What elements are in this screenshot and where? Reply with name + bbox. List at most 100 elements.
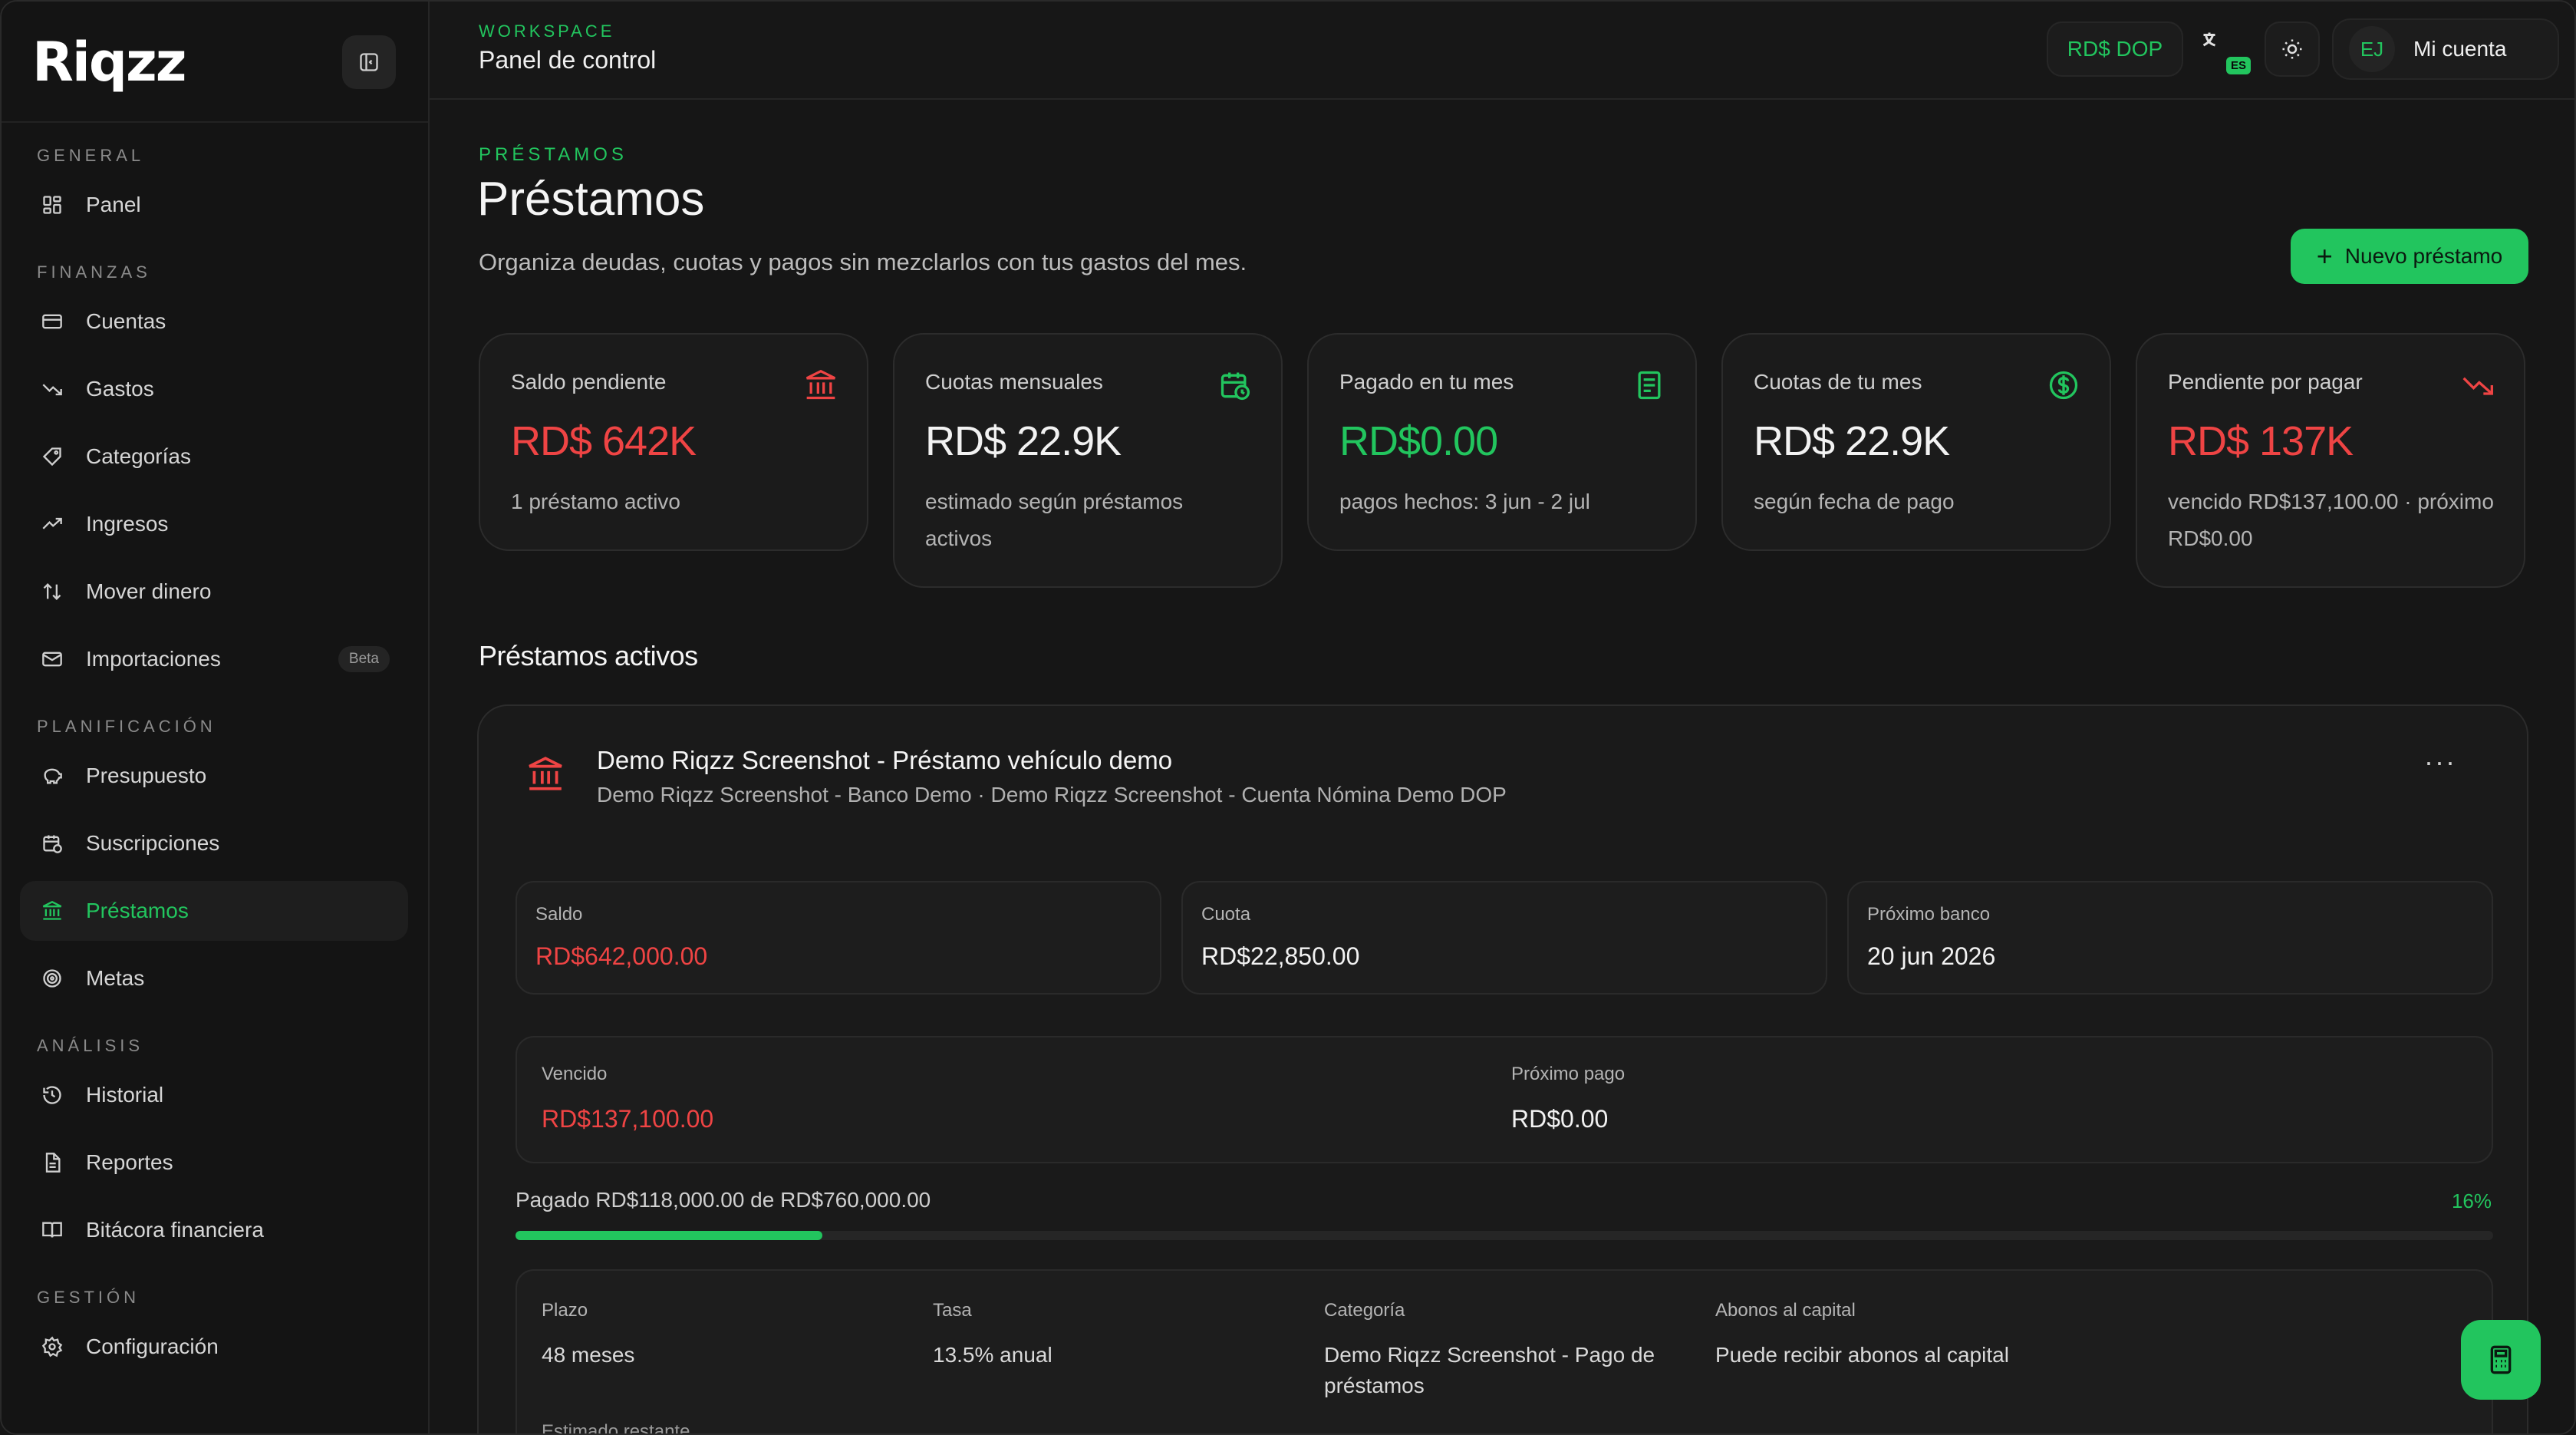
dollar-circle-icon [2047,368,2080,402]
section-finanzas: FINANZAS [37,262,151,282]
sidebar-toggle-icon [360,53,378,71]
sidebar-item-label: Importaciones [86,647,221,671]
sidebar-item-panel[interactable]: Panel [20,175,408,235]
categoria-value: Demo Riqzz Screenshot - Pago de préstamo… [1324,1343,1655,1397]
sidebar-item-categorias[interactable]: Categorías [20,427,408,487]
sidebar-item-label: Reportes [86,1150,173,1174]
bank-icon [526,755,565,793]
sidebar-item-gastos[interactable]: Gastos [20,359,408,419]
proximo-banco-value: 20 jun 2026 [1867,942,1996,970]
sidebar-item-historial[interactable]: Historial [20,1065,408,1125]
sidebar-item-label: Cuentas [86,309,166,333]
sidebar-item-label: Gastos [86,377,154,401]
bank-icon [804,368,838,402]
sidebar-item-bitacora[interactable]: Bitácora financiera [20,1200,408,1260]
stat-card-cuotas-mensuales: Cuotas mensuales RD$ 22.9K estimado segú… [893,333,1283,588]
sun-icon [2282,39,2302,59]
stat-label: Cuotas mensuales [925,370,1103,394]
sidebar-item-label: Configuración [86,1334,219,1358]
loan-title: Demo Riqzz Screenshot - Préstamo vehícul… [597,746,1173,774]
sidebar-item-reportes[interactable]: Reportes [20,1133,408,1193]
plazo-value: 48 meses [542,1343,635,1367]
collapse-sidebar-button[interactable] [342,35,396,89]
page-title: Préstamos [477,173,705,226]
stat-card-pendiente-pagar: Pendiente por pagar RD$ 137K vencido RD$… [2136,333,2525,588]
sidebar-item-configuracion[interactable]: Configuración [20,1317,408,1377]
stat-label: Cuotas de tu mes [1754,370,1922,394]
sidebar-item-label: Ingresos [86,512,169,536]
progress-percent: 16% [2451,1189,2492,1212]
calculator-button[interactable] [2461,1320,2541,1400]
trending-down-icon [2461,368,2495,402]
sidebar-item-label: Metas [86,966,145,990]
stat-card-cuotas-mes: Cuotas de tu mes RD$ 22.9K según fecha d… [1721,333,2111,551]
more-options-icon[interactable]: ··· [2424,746,2456,778]
workspace-label: WORKSPACE [479,21,615,41]
main-content: PRÉSTAMOS Préstamos Organiza deudas, cuo… [430,101,2574,1433]
translate-icon [2202,32,2215,47]
loan-details-box: Plazo 48 meses Tasa 13.5% anual Categorí… [516,1269,2493,1433]
sidebar-item-label: Préstamos [86,899,189,922]
topbar: WORKSPACE Panel de control RD$ DOP ES EJ… [430,2,2574,100]
section-planificacion: PLANIFICACIÓN [37,717,216,736]
sidebar-item-label: Categorías [86,444,191,468]
target-icon [40,966,64,991]
plazo-detail: Plazo 48 meses [542,1300,917,1371]
sidebar-item-label: Presupuesto [86,764,207,787]
stat-label: Saldo pendiente [511,370,667,394]
app-window: Riqzz GENERAL Panel FINANZAS Cuentas Gas… [0,0,2576,1435]
new-loan-button[interactable]: + Nuevo préstamo [2291,229,2528,284]
account-menu-button[interactable]: EJ Mi cuenta [2332,18,2559,80]
vencido-value: RD$137,100.00 [542,1105,714,1133]
sidebar-item-mover-dinero[interactable]: Mover dinero [20,562,408,622]
cuota-value: RD$22,850.00 [1201,942,1360,970]
avatar: EJ [2349,26,2395,72]
sidebar-item-label: Suscripciones [86,831,220,855]
tasa-value: 13.5% anual [933,1343,1052,1367]
sidebar-divider [2,121,428,123]
workspace-title: Panel de control [479,46,657,74]
plazo-label: Plazo [542,1300,588,1321]
saldo-label: Saldo [535,904,583,925]
stat-value: RD$ 22.9K [1754,418,1950,464]
file-report-icon [40,1150,64,1175]
stat-sub: según fecha de pago [1754,490,1955,513]
trend-down-icon [40,377,64,401]
plus-icon: + [2316,240,2333,272]
history-icon [40,1083,64,1107]
calendar-clock-icon [1218,368,1252,402]
abonos-detail: Abonos al capital Puede recibir abonos a… [1715,1300,2091,1371]
sidebar-item-cuentas[interactable]: Cuentas [20,292,408,351]
proximo-pago-label: Próximo pago [1511,1064,1626,1084]
sidebar-item-suscripciones[interactable]: Suscripciones [20,813,408,873]
sidebar-item-ingresos[interactable]: Ingresos [20,494,408,554]
abonos-label: Abonos al capital [1715,1300,1856,1321]
stat-sub: vencido RD$137,100.00 · próximo RD$0.00 [2168,490,2494,550]
calculator-icon [2490,1345,2512,1374]
progress-label: Pagado RD$118,000.00 de RD$760,000.00 [516,1188,931,1212]
piggy-bank-icon [40,764,64,788]
book-open-icon [40,1218,64,1242]
theme-toggle-button[interactable] [2265,21,2320,77]
tasa-detail: Tasa 13.5% anual [933,1300,1309,1371]
dashboard-icon [40,193,64,217]
sidebar-item-presupuesto[interactable]: Presupuesto [20,746,408,806]
app-logo[interactable]: Riqzz [32,31,186,94]
sidebar-item-prestamos[interactable]: Préstamos [20,881,408,941]
abonos-value: Puede recibir abonos al capital [1715,1343,2009,1367]
sidebar: Riqzz GENERAL Panel FINANZAS Cuentas Gas… [2,2,430,1433]
section-general: GENERAL [37,146,145,165]
page-kicker: PRÉSTAMOS [479,144,628,165]
loan-card[interactable]: Demo Riqzz Screenshot - Préstamo vehícul… [477,704,2528,1433]
sidebar-item-importaciones[interactable]: Importaciones Beta [20,629,408,689]
sidebar-item-label: Mover dinero [86,579,212,603]
account-label: Mi cuenta [2413,37,2507,61]
tag-icon [40,444,64,469]
loan-subtitle: Demo Riqzz Screenshot - Banco Demo · Dem… [597,783,1507,807]
currency-selector[interactable]: RD$ DOP [2047,21,2183,77]
language-badge: ES [2226,57,2252,74]
cuota-box: Cuota RD$22,850.00 [1181,881,1827,995]
progress-fill [516,1231,822,1240]
proximo-banco-box: Próximo banco 20 jun 2026 [1847,881,2493,995]
sidebar-item-metas[interactable]: Metas [20,948,408,1008]
